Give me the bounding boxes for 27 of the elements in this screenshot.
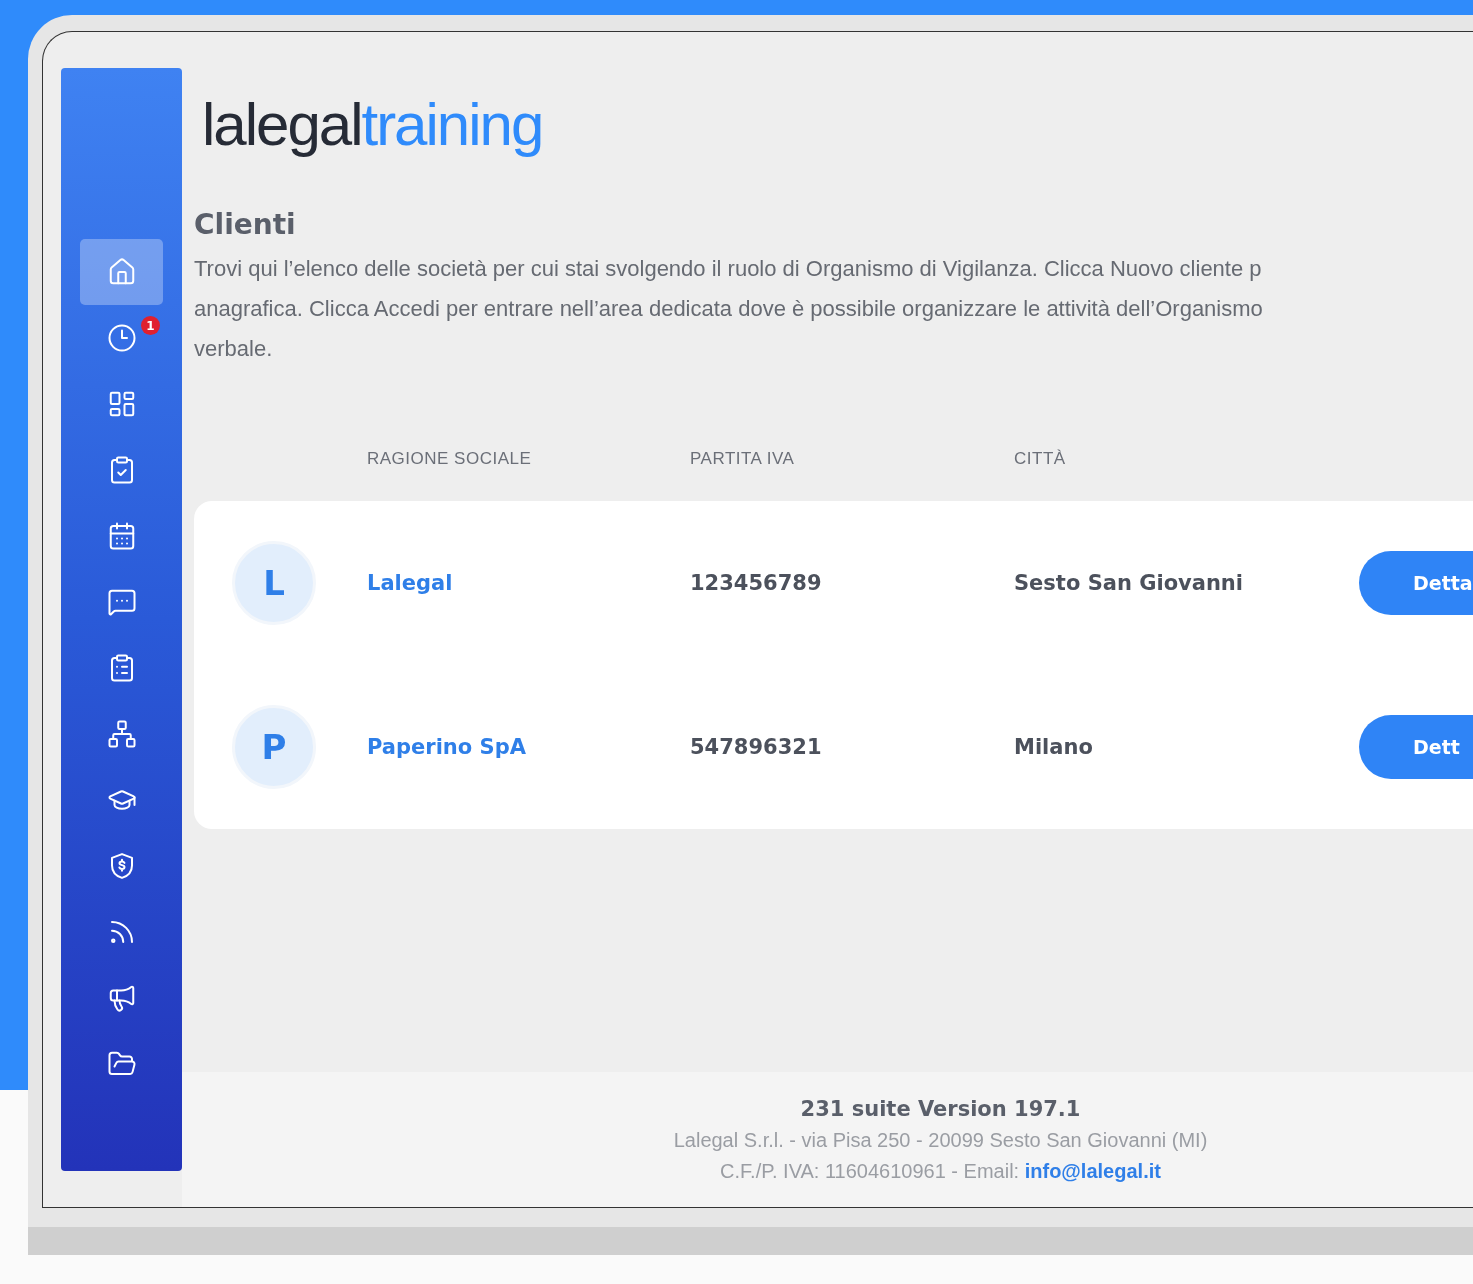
fiscal-text: C.F./P. IVA: 11604610961 - Email: info@lalegal.it bbox=[720, 1159, 1161, 1183]
description-text: verbale. bbox=[194, 335, 273, 363]
city: Milano bbox=[1014, 735, 1093, 759]
city: Sesto San Giovanni bbox=[1014, 571, 1244, 595]
vat-number: 123456789 bbox=[690, 571, 822, 595]
version-text: 231 suite Version 197.1 bbox=[800, 1096, 1081, 1121]
vat-number: 547896321 bbox=[690, 735, 822, 759]
chat-icon bbox=[106, 587, 137, 617]
details-button[interactable]: Detta bbox=[1359, 551, 1473, 615]
notification-badge: 1 bbox=[141, 316, 160, 335]
details-button[interactable]: Dett bbox=[1359, 715, 1473, 779]
clock-icon bbox=[106, 323, 137, 353]
column-header: PARTITA IVA bbox=[690, 449, 796, 469]
page-title: Clienti bbox=[194, 208, 296, 241]
hierarchy-icon bbox=[106, 719, 137, 749]
logo: lalegaltraining bbox=[202, 90, 543, 160]
avatar-initial: P bbox=[232, 705, 316, 789]
column-header: RAGIONE SOCIALE bbox=[367, 449, 533, 469]
column-header: CITTÀ bbox=[1014, 449, 1067, 469]
description-text: Trovi qui l’elenco delle società per cui stai svolgendo il ruolo di Organismo di Vigilanza. Clicca Nuovo cliente p bbox=[194, 255, 1262, 283]
client-name[interactable]: Paperino SpA bbox=[367, 735, 526, 759]
email-link[interactable]: info@lalegal.it bbox=[1024, 1159, 1161, 1182]
client-name[interactable]: Lalegal bbox=[367, 571, 453, 595]
sidebar-item[interactable]: 1 bbox=[80, 305, 163, 371]
address-text: Lalegal S.r.l. - via Pisa 250 - 20099 Sesto San Giovanni (MI) bbox=[673, 1128, 1208, 1152]
avatar-initial: L bbox=[232, 541, 316, 625]
description-text: anagrafica. Clicca Accedi per entrare nell’area dedicata dove è possibile organizzare le attività dell’Organismo bbox=[194, 295, 1263, 323]
